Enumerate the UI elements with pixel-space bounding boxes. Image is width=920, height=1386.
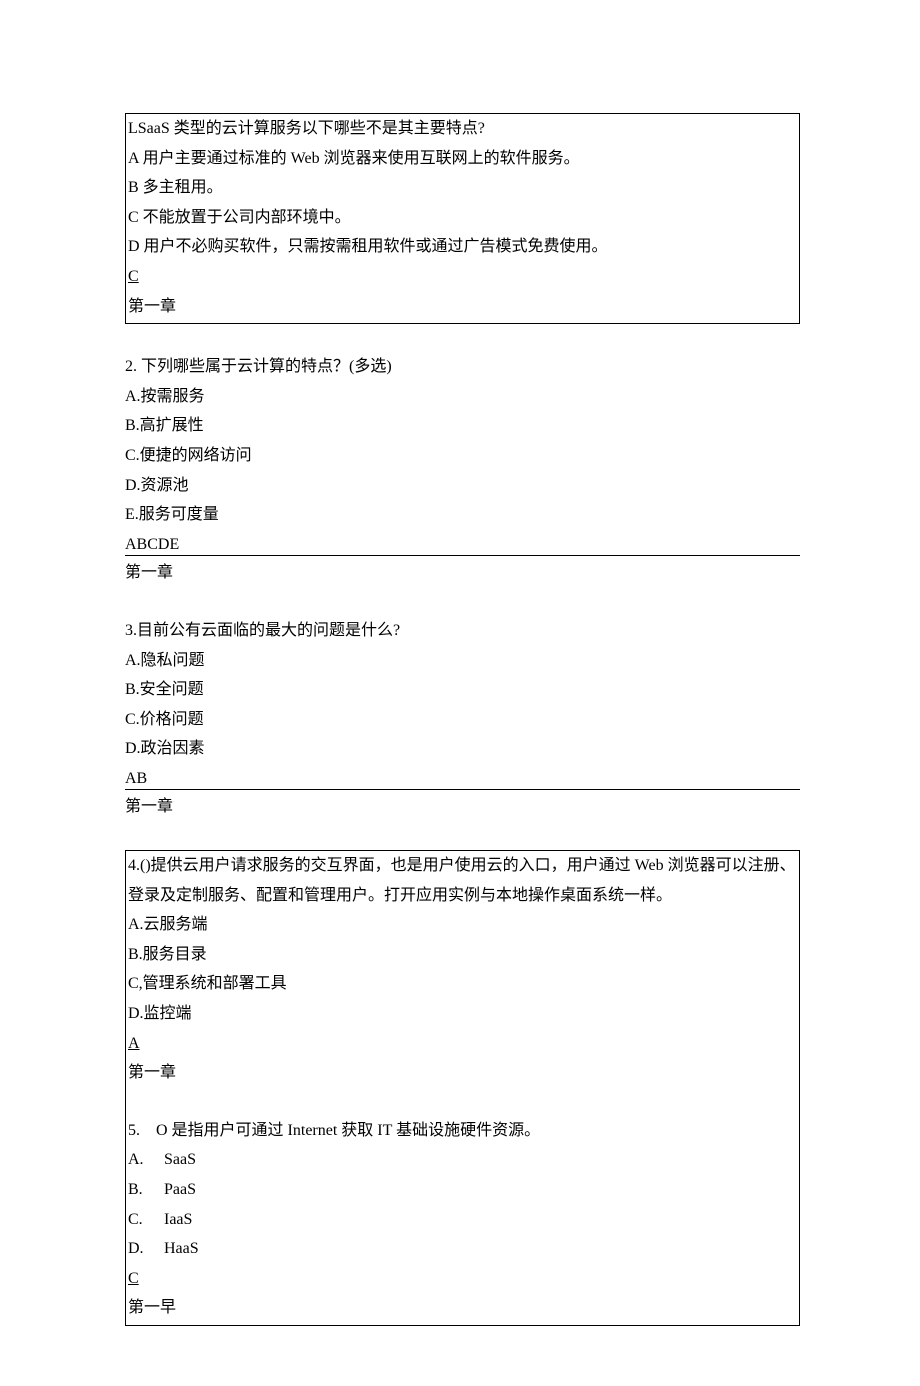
option-d: D.资源池	[125, 471, 800, 501]
chapter-label: 第一章	[125, 792, 800, 822]
chapter-label: 第一章	[125, 558, 800, 588]
question-text: 2. 下列哪些属于云计算的特点？(多选)	[125, 352, 800, 382]
answer: A	[128, 1035, 140, 1052]
option-b: B.服务目录	[128, 940, 797, 970]
question-block-2: 2. 下列哪些属于云计算的特点？(多选) A.按需服务 B.高扩展性 C.便捷的…	[125, 352, 800, 588]
chapter-label: 第一早	[128, 1293, 797, 1323]
answer: C	[128, 1270, 139, 1287]
option-b: B 多主租用。	[128, 173, 797, 203]
option-b: B.高扩展性	[125, 411, 800, 441]
question-block-1: LSaaS 类型的云计算服务以下哪些不是其主要特点? A 用户主要通过标准的 W…	[125, 113, 800, 324]
question-block-5: 5. O 是指用户可通过 Internet 获取 IT 基础设施硬件资源。 A.…	[128, 1116, 797, 1323]
option-a: A 用户主要通过标准的 Web 浏览器来使用互联网上的软件服务。	[128, 144, 797, 174]
option-e: E.服务可度量	[125, 500, 800, 530]
question-block-4-5: 4.()提供云用户请求服务的交互界面，也是用户使用云的入口，用户通过 Web 浏…	[125, 850, 800, 1326]
question-block-3: 3.目前公有云面临的最大的问题是什么? A.隐私问题 B.安全问题 C.价格问题…	[125, 616, 800, 822]
option-d: D.HaaS	[128, 1234, 797, 1264]
chapter-label: 第一章	[128, 1058, 797, 1088]
option-c: C 不能放置于公司内部环境中。	[128, 203, 797, 233]
option-a: A.隐私问题	[125, 646, 800, 676]
question-text: 5. O 是指用户可通过 Internet 获取 IT 基础设施硬件资源。	[128, 1116, 797, 1146]
question-block-4: 4.()提供云用户请求服务的交互界面，也是用户使用云的入口，用户通过 Web 浏…	[128, 851, 797, 1088]
question-text: LSaaS 类型的云计算服务以下哪些不是其主要特点?	[128, 114, 797, 144]
option-c: C.IaaS	[128, 1205, 797, 1235]
option-c: C.价格问题	[125, 705, 800, 735]
option-b: B.PaaS	[128, 1175, 797, 1205]
option-d: D 用户不必购买软件，只需按需租用软件或通过广告模式免费使用。	[128, 232, 797, 262]
answer: C	[128, 268, 139, 285]
option-c: C,管理系统和部署工具	[128, 969, 797, 999]
option-a: A.SaaS	[128, 1145, 797, 1175]
question-text: 4.()提供云用户请求服务的交互界面，也是用户使用云的入口，用户通过 Web 浏…	[128, 851, 797, 910]
option-c: C.便捷的网络访问	[125, 441, 800, 471]
option-d: D.监控端	[128, 999, 797, 1029]
option-a: A.按需服务	[125, 382, 800, 412]
option-b: B.安全问题	[125, 675, 800, 705]
option-a: A.云服务端	[128, 910, 797, 940]
option-d: D.政治因素	[125, 734, 800, 764]
question-text: 3.目前公有云面临的最大的问题是什么?	[125, 616, 800, 646]
chapter-label: 第一章	[128, 292, 797, 322]
